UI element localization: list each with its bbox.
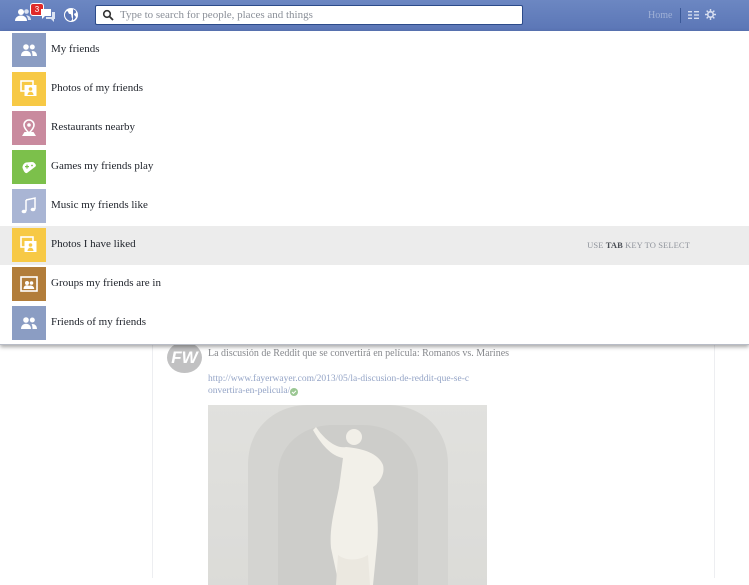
location-pin-icon <box>12 111 46 145</box>
avatar[interactable]: FW <box>167 342 202 373</box>
privacy-shortcuts-icon[interactable] <box>688 10 699 20</box>
music-note-icon <box>12 189 46 223</box>
gear-icon[interactable] <box>705 9 716 20</box>
suggestion-friends-of-my-friends[interactable]: Friends of my friends <box>0 304 749 343</box>
suggestion-photos-i-have-liked[interactable]: Photos I have liked USE TAB KEY TO SELEC… <box>0 226 749 265</box>
tab-key-hint: USE TAB KEY TO SELECT <box>587 240 690 250</box>
search-box[interactable] <box>95 5 523 25</box>
verified-shield-icon <box>290 388 298 396</box>
friends-icon <box>12 306 46 340</box>
suggestion-music-my-friends-like[interactable]: Music my friends like <box>0 187 749 226</box>
post-text: La discusión de Reddit que se convertirá… <box>208 348 510 359</box>
news-feed-story: FW La discusión de Reddit que se convert… <box>152 338 715 585</box>
suggestion-label: My friends <box>51 43 100 55</box>
search-input[interactable] <box>120 6 515 24</box>
suggestion-label: Restaurants nearby <box>51 121 135 133</box>
suggestion-label: Friends of my friends <box>51 316 147 328</box>
suggestion-groups-my-friends-are-in[interactable]: Groups my friends are in <box>0 265 749 304</box>
suggestion-label: Groups my friends are in <box>51 277 161 289</box>
nav-divider <box>680 8 681 23</box>
suggestion-label: Games my friends play <box>51 160 154 172</box>
suggestion-label: Music my friends like <box>51 199 148 211</box>
suggestion-photos-of-my-friends[interactable]: Photos of my friends <box>0 70 749 109</box>
suggestion-games-my-friends-play[interactable]: Games my friends play <box>0 148 749 187</box>
home-link[interactable]: Home <box>648 10 672 21</box>
top-navigation-bar: 3 Home <box>0 0 749 32</box>
suggestion-label: Photos I have liked <box>51 238 136 250</box>
photos-icon <box>12 72 46 106</box>
post-link-continued[interactable]: onvertira-en-pelicula/ <box>208 386 290 396</box>
post-image[interactable] <box>208 405 487 585</box>
search-icon <box>102 9 114 21</box>
messages-icon[interactable] <box>39 6 57 24</box>
post-link[interactable]: http://www.fayerwayer.com/2013/05/la-dis… <box>208 374 469 384</box>
photos-icon <box>12 228 46 262</box>
game-controller-icon <box>12 150 46 184</box>
globe-notifications-icon[interactable] <box>62 6 80 24</box>
search-suggestions-dropdown: My friends Photos of my friends Restaura… <box>0 31 749 345</box>
suggestion-restaurants-nearby[interactable]: Restaurants nearby <box>0 109 749 148</box>
friends-icon <box>12 33 46 67</box>
groups-icon <box>12 267 46 301</box>
suggestion-label: Photos of my friends <box>51 82 143 94</box>
suggestion-my-friends[interactable]: My friends <box>0 31 749 70</box>
